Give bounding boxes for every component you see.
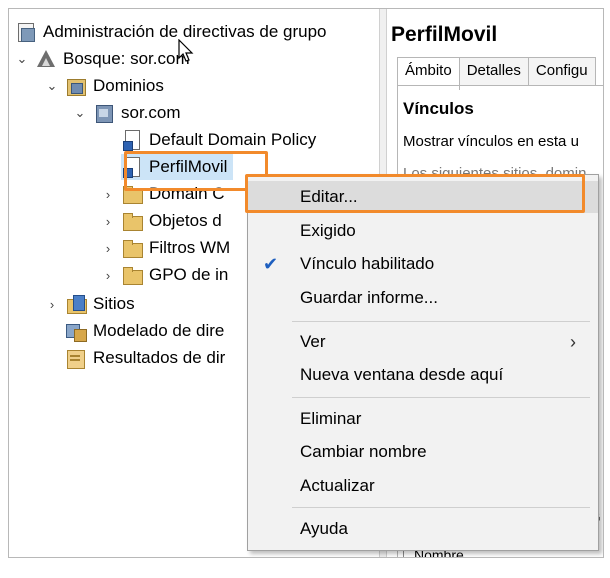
- tree-label-default-policy: Default Domain Policy: [149, 130, 317, 149]
- editar-highlight-box: [245, 174, 585, 213]
- details-title: PerfilMovil: [391, 23, 498, 46]
- chevron-right-icon[interactable]: ›: [45, 297, 59, 312]
- chevron-down-icon[interactable]: ⌄: [45, 78, 59, 94]
- tree-node-filtros[interactable]: › Filtros WM: [101, 235, 230, 261]
- tree-node-modelado[interactable]: Modelado de dire: [65, 318, 224, 344]
- sites-icon: [65, 293, 87, 315]
- tree-node-resultados[interactable]: Resultados de dir: [65, 345, 225, 371]
- menu-item-ver[interactable]: Ver ›: [248, 326, 598, 358]
- links-description: Mostrar vínculos en esta u: [403, 133, 579, 150]
- menu-item-cambiar-nombre[interactable]: Cambiar nombre: [248, 436, 598, 468]
- menu-separator: [292, 321, 590, 322]
- folder-icon: [121, 264, 143, 286]
- menu-label-vinculo: Vínculo habilitado: [300, 254, 435, 273]
- menu-label-eliminar: Eliminar: [300, 409, 362, 428]
- details-tabs: Ámbito Detalles Configu: [397, 57, 596, 90]
- gpmc-window: Administración de directivas de grupo ⌄ …: [8, 8, 604, 558]
- menu-label-guardar: Guardar informe...: [300, 288, 438, 307]
- tab-detalles[interactable]: Detalles: [458, 57, 529, 85]
- tree-node-default-domain-policy[interactable]: Default Domain Policy: [121, 127, 316, 153]
- tree-label-domains: Dominios: [93, 76, 164, 95]
- gpo-link-icon: [121, 129, 143, 151]
- domain-icon: [93, 102, 115, 124]
- menu-item-exigido[interactable]: Exigido: [248, 215, 598, 247]
- menu-item-vinculo-habilitado[interactable]: ✔ Vínculo habilitado: [248, 248, 598, 280]
- menu-label-nueva: Nueva ventana desde aquí: [300, 365, 504, 384]
- chevron-right-icon: ›: [570, 332, 576, 352]
- checkmark-icon: ✔: [263, 254, 279, 274]
- links-heading: Vínculos: [403, 99, 474, 118]
- menu-label-ver: Ver: [300, 332, 326, 351]
- menu-label-exigido: Exigido: [300, 221, 356, 240]
- chevron-right-icon[interactable]: ›: [101, 241, 115, 256]
- chevron-down-icon[interactable]: ⌄: [73, 105, 87, 121]
- folder-icon: [121, 210, 143, 232]
- mouse-cursor-icon: [178, 39, 194, 62]
- menu-item-eliminar[interactable]: Eliminar: [248, 403, 598, 435]
- domains-folder-icon: [65, 75, 87, 97]
- tree-label-domain: sor.com: [121, 103, 181, 122]
- modeling-icon: [65, 320, 87, 342]
- tree-label-resultados: Resultados de dir: [93, 348, 226, 367]
- chevron-down-icon[interactable]: ⌄: [15, 51, 29, 67]
- tree-node-sitios[interactable]: › Sitios: [45, 291, 135, 317]
- tree-node-gpo-inicio[interactable]: › GPO de in: [101, 262, 228, 288]
- tree-label-modelado: Modelado de dire: [93, 321, 225, 340]
- menu-item-guardar-informe[interactable]: Guardar informe...: [248, 282, 598, 314]
- tree-label-gpo: GPO de in: [149, 265, 229, 284]
- forest-icon: [35, 48, 57, 70]
- tree-node-domains[interactable]: ⌄ Dominios: [45, 73, 164, 99]
- tree-node-gpm-root[interactable]: Administración de directivas de grupo: [15, 19, 326, 45]
- menu-label-cambiar: Cambiar nombre: [300, 442, 427, 461]
- tree-node-objetos[interactable]: › Objetos d: [101, 208, 222, 234]
- menu-separator: [292, 507, 590, 508]
- tab-configuracion[interactable]: Configu: [527, 57, 596, 85]
- tree-label-objetos: Objetos d: [149, 211, 222, 230]
- tree-node-domain[interactable]: ⌄ sor.com: [73, 100, 181, 126]
- menu-separator: [292, 397, 590, 398]
- menu-item-nueva-ventana[interactable]: Nueva ventana desde aquí: [248, 359, 598, 391]
- context-menu: Editar... Exigido ✔ Vínculo habilitado G…: [247, 174, 599, 551]
- tree-label-filtros: Filtros WM: [149, 238, 231, 257]
- chevron-right-icon[interactable]: ›: [101, 214, 115, 229]
- tree-node-forest[interactable]: ⌄ Bosque: sor.com: [15, 46, 190, 72]
- folder-icon: [121, 237, 143, 259]
- menu-label-actualizar: Actualizar: [300, 476, 375, 495]
- gpm-icon: [15, 21, 37, 43]
- chevron-right-icon[interactable]: ›: [101, 187, 115, 202]
- tree-label-forest: Bosque: sor.com: [63, 49, 190, 68]
- chevron-right-icon[interactable]: ›: [101, 268, 115, 283]
- menu-item-actualizar[interactable]: Actualizar: [248, 470, 598, 502]
- results-icon: [65, 347, 87, 369]
- menu-label-ayuda: Ayuda: [300, 519, 348, 538]
- tree-label-sitios: Sitios: [93, 294, 135, 313]
- menu-item-ayuda[interactable]: Ayuda: [248, 513, 598, 545]
